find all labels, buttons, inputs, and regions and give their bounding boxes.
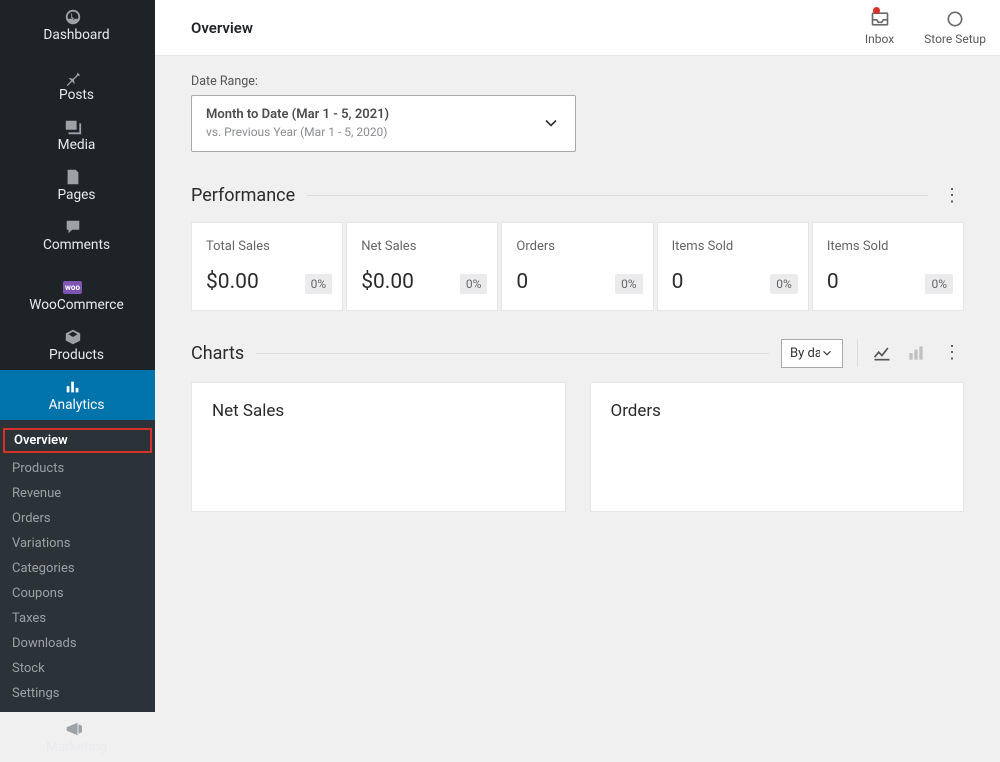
woocommerce-icon: woo	[63, 277, 83, 297]
card-label: Orders	[516, 239, 638, 254]
chart-panels: Net Sales Orders	[191, 382, 964, 512]
card-items-sold-2[interactable]: Items Sold 0 0%	[812, 222, 964, 311]
card-label: Items Sold	[827, 239, 949, 254]
pin-icon	[63, 67, 83, 87]
sidebar-sub-categories[interactable]: Categories	[0, 556, 155, 581]
admin-sidebar: Dashboard Posts Media Pages Comments woo…	[0, 0, 155, 627]
card-label: Net Sales	[361, 239, 483, 254]
card-delta: 0%	[305, 274, 333, 294]
divider	[857, 339, 858, 367]
sidebar-sub-variations[interactable]: Variations	[0, 531, 155, 556]
sidebar-item-label: Marketing	[46, 739, 107, 755]
sidebar-item-label: WooCommerce	[29, 297, 123, 313]
charts-controls: By day ⋮	[781, 339, 964, 368]
kebab-icon: ⋮	[943, 344, 961, 362]
chart-panel-net-sales: Net Sales	[191, 382, 566, 512]
bar-chart-button[interactable]	[906, 343, 926, 363]
products-icon	[63, 327, 83, 347]
line-chart-icon	[872, 343, 892, 363]
sidebar-sub-coupons[interactable]: Coupons	[0, 581, 155, 606]
inbox-button[interactable]: Inbox	[865, 9, 894, 46]
sidebar-item-media[interactable]: Media	[0, 110, 155, 160]
inbox-label: Inbox	[865, 32, 894, 46]
sidebar-sub-orders[interactable]: Orders	[0, 506, 155, 531]
card-label: Items Sold	[672, 239, 794, 254]
content-area: Date Range: Month to Date (Mar 1 - 5, 20…	[155, 56, 1000, 627]
marketing-icon	[63, 719, 83, 739]
charts-title: Charts	[191, 343, 244, 364]
charts-menu-button[interactable]: ⋮	[940, 341, 964, 365]
main-area: Overview Inbox Store Setup Date Range: M…	[155, 0, 1000, 627]
charts-header: Charts By day	[191, 339, 964, 368]
sidebar-sub-products[interactable]: Products	[0, 456, 155, 481]
store-setup-button[interactable]: Store Setup	[924, 9, 986, 46]
analytics-icon	[63, 377, 83, 397]
topbar: Overview Inbox Store Setup	[155, 0, 1000, 56]
divider	[307, 195, 928, 196]
sidebar-sub-downloads[interactable]: Downloads	[0, 631, 155, 656]
line-chart-button[interactable]	[872, 343, 892, 363]
dashboard-icon	[63, 7, 83, 27]
sidebar-submenu-analytics: Overview Products Revenue Orders Variati…	[0, 420, 155, 712]
performance-cards: Total Sales $0.00 0% Net Sales $0.00 0% …	[191, 222, 964, 311]
card-delta: 0%	[460, 274, 488, 294]
sidebar-item-pages[interactable]: Pages	[0, 160, 155, 210]
sidebar-item-label: Products	[49, 347, 104, 363]
daterange-picker[interactable]: Month to Date (Mar 1 - 5, 2021) vs. Prev…	[191, 95, 576, 152]
page-title: Overview	[191, 19, 253, 37]
sidebar-item-woocommerce[interactable]: woo WooCommerce	[0, 270, 155, 320]
sidebar-sub-settings[interactable]: Settings	[0, 681, 155, 706]
interval-value: By day	[790, 346, 820, 361]
sidebar-sub-stock[interactable]: Stock	[0, 656, 155, 681]
sidebar-item-label: Analytics	[49, 397, 105, 413]
card-delta: 0%	[925, 274, 953, 294]
kebab-icon: ⋮	[943, 187, 961, 205]
sidebar-item-dashboard[interactable]: Dashboard	[0, 0, 155, 50]
card-total-sales[interactable]: Total Sales $0.00 0%	[191, 222, 343, 311]
daterange-selected: Month to Date (Mar 1 - 5, 2021)	[206, 106, 389, 124]
daterange-label: Date Range:	[191, 74, 964, 89]
sidebar-item-label: Media	[58, 137, 96, 153]
chart-panel-title: Net Sales	[212, 401, 545, 421]
card-delta: 0%	[615, 274, 643, 294]
chart-panel-orders: Orders	[590, 382, 965, 512]
card-net-sales[interactable]: Net Sales $0.00 0%	[346, 222, 498, 311]
media-icon	[63, 117, 83, 137]
sidebar-item-products[interactable]: Products	[0, 320, 155, 370]
sidebar-item-analytics[interactable]: Analytics	[0, 370, 155, 420]
card-delta: 0%	[770, 274, 798, 294]
comments-icon	[63, 217, 83, 237]
performance-header: Performance ⋮	[191, 184, 964, 208]
sidebar-item-label: Pages	[57, 187, 95, 203]
card-items-sold-1[interactable]: Items Sold 0 0%	[657, 222, 809, 311]
sidebar-item-comments[interactable]: Comments	[0, 210, 155, 260]
divider	[256, 353, 769, 354]
bar-chart-icon	[906, 343, 926, 363]
chart-panel-title: Orders	[611, 401, 944, 421]
sidebar-item-label: Posts	[59, 87, 94, 103]
sidebar-item-label: Comments	[43, 237, 110, 253]
performance-title: Performance	[191, 185, 295, 206]
sidebar-item-marketing[interactable]: Marketing	[0, 712, 155, 762]
performance-menu-button[interactable]: ⋮	[940, 184, 964, 208]
sidebar-item-label: Dashboard	[43, 27, 109, 43]
interval-select[interactable]: By day	[781, 339, 843, 368]
card-orders[interactable]: Orders 0 0%	[501, 222, 653, 311]
sidebar-sub-revenue[interactable]: Revenue	[0, 481, 155, 506]
daterange-compare: vs. Previous Year (Mar 1 - 5, 2020)	[206, 124, 389, 141]
sidebar-sub-overview[interactable]: Overview	[3, 428, 152, 453]
store-setup-label: Store Setup	[924, 32, 986, 46]
sidebar-sub-taxes[interactable]: Taxes	[0, 606, 155, 631]
chevron-down-icon	[541, 113, 561, 133]
sidebar-item-posts[interactable]: Posts	[0, 60, 155, 110]
circle-icon	[945, 9, 965, 29]
chevron-down-icon	[820, 346, 834, 360]
notification-dot-icon	[873, 7, 880, 14]
card-label: Total Sales	[206, 239, 328, 254]
inbox-icon	[870, 9, 890, 29]
pages-icon	[63, 167, 83, 187]
